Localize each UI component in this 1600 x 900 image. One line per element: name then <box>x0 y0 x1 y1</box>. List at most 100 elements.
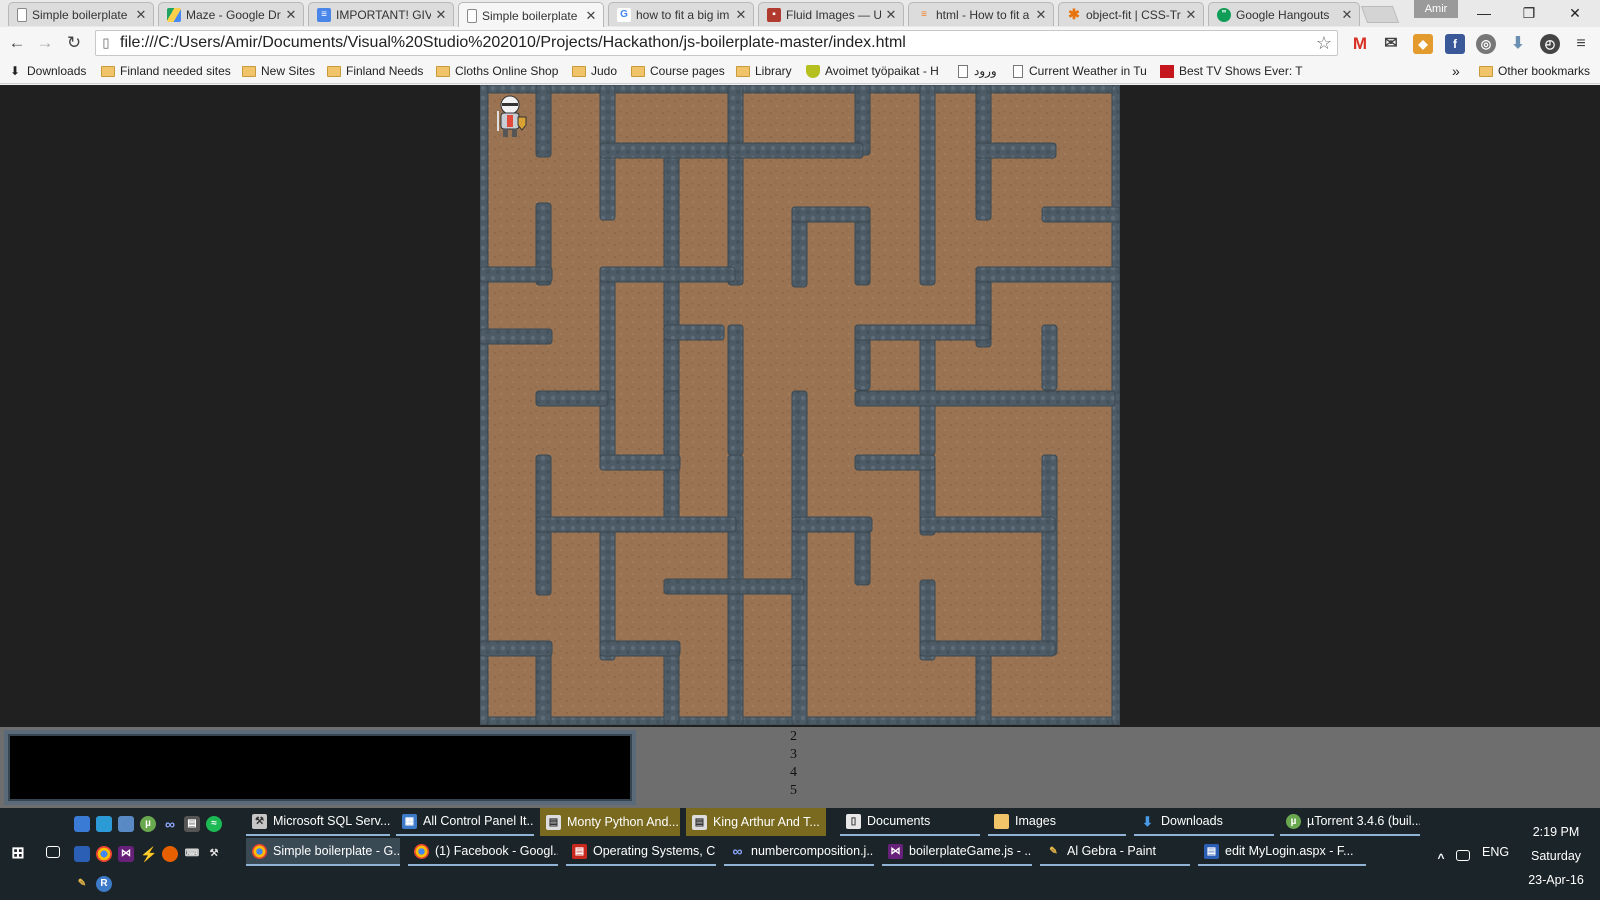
store-icon[interactable] <box>74 846 90 862</box>
bookmark-finland-needs[interactable]: Finland Needs <box>327 63 423 79</box>
menu-icon[interactable]: ≡ <box>1571 34 1591 54</box>
new-tab-button[interactable] <box>1360 6 1400 23</box>
other-bookmarks[interactable]: Other bookmarks <box>1479 63 1590 79</box>
close-icon[interactable]: ✕ <box>1035 7 1047 23</box>
restore-button[interactable]: ❐ <box>1511 2 1547 24</box>
bookmark-new-sites[interactable]: New Sites <box>242 63 315 79</box>
close-icon[interactable]: ✕ <box>1185 7 1197 23</box>
back-button[interactable]: ← <box>5 31 29 55</box>
tab-important[interactable]: ≡ IMPORTANT! GIVE ✕ <box>308 2 454 26</box>
taskbar-item-images[interactable]: Images <box>988 808 1126 836</box>
bookmark-downloads[interactable]: ⬇ Downloads <box>8 63 86 79</box>
tab-html-how-to-fit[interactable]: ≡ html - How to fit a ✕ <box>908 2 1054 26</box>
taskbar-item-control-panel[interactable]: ▦ All Control Panel It... <box>396 808 534 836</box>
utorrent-quick-icon[interactable]: µ <box>140 816 156 832</box>
download-arrow-icon[interactable]: ⬇ <box>1508 34 1528 54</box>
close-icon[interactable]: ✕ <box>435 7 447 23</box>
close-icon[interactable]: ✕ <box>135 7 147 23</box>
taskbar-item-numbercomposition[interactable]: ∞ numbercomposition.j... <box>724 838 874 866</box>
visualstudio-quick-icon[interactable]: ⋈ <box>118 846 134 862</box>
taskbar-item-simple-boilerplate[interactable]: Simple boilerplate - G... <box>246 838 400 866</box>
address-bar[interactable]: ▯ file:///C:/Users/Amir/Documents/Visual… <box>95 30 1338 56</box>
tab-maze-drive[interactable]: Maze - Google Drive ✕ <box>158 2 304 26</box>
maze-wall <box>975 649 992 725</box>
taskbar-item-sql-server[interactable]: ⚒ Microsoft SQL Serv... <box>246 808 390 836</box>
paint-quick-icon[interactable]: ✎ <box>74 876 90 892</box>
screen-icon[interactable] <box>118 816 134 832</box>
maze-wall <box>663 390 680 457</box>
bookmark-avoimet-tyopaikat[interactable]: Avoimet työpaikat - H <box>806 63 939 79</box>
close-icon[interactable]: ✕ <box>585 8 597 24</box>
tools-icon[interactable]: ⚒ <box>206 846 222 862</box>
bookmark-star-icon[interactable]: ☆ <box>1311 33 1337 54</box>
bookmark-current-weather[interactable]: Current Weather in Tu <box>1013 63 1147 79</box>
infinity-icon[interactable]: ∞ <box>162 816 178 832</box>
spotify-icon[interactable]: ≈ <box>206 816 222 832</box>
desktop-icon[interactable] <box>74 816 90 832</box>
firefox-icon[interactable] <box>162 846 178 862</box>
bookmarks-overflow-button[interactable]: » <box>1452 63 1460 79</box>
r-icon[interactable]: R <box>96 876 112 892</box>
tab-google-hangouts[interactable]: " Google Hangouts ✕ <box>1208 2 1360 26</box>
bookmark-vorud[interactable]: ورود <box>958 63 997 79</box>
lightning-icon[interactable]: ⚡ <box>140 846 157 862</box>
page-icon <box>17 7 27 22</box>
bookmark-cloths-online-shop[interactable]: Cloths Online Shop <box>436 63 558 79</box>
tab-fluid-images[interactable]: ▪ Fluid Images — Un ✕ <box>758 2 904 26</box>
taskbar-item-documents[interactable]: ▯ Documents <box>840 808 980 836</box>
taskbar-item-monty-python[interactable]: ▤ Monty Python And... <box>540 808 680 836</box>
extension-icon[interactable]: ◆ <box>1413 34 1433 54</box>
gmail-icon[interactable]: M <box>1350 34 1370 54</box>
clapper-icon[interactable]: ▤ <box>184 816 200 832</box>
url-text[interactable]: file:///C:/Users/Amir/Documents/Visual%2… <box>116 34 1311 52</box>
bookmark-label: Other bookmarks <box>1498 64 1591 78</box>
globe-icon[interactable]: ◎ <box>1476 34 1496 54</box>
tab-title: Simple boilerplate <box>482 8 578 23</box>
maze-canvas[interactable] <box>480 85 1120 725</box>
reload-button[interactable]: ↻ <box>62 31 86 55</box>
windows-start-icon[interactable]: ⊞ <box>10 846 26 862</box>
profile-button[interactable]: Amir <box>1414 0 1458 18</box>
taskbar-item-facebook[interactable]: (1) Facebook - Googl... <box>408 838 558 866</box>
taskbar-clock[interactable]: 2:19 PM Saturday 23-Apr-16 <box>1516 820 1596 892</box>
taskbar-item-boilerplategame[interactable]: ⋈ boilerplateGame.js - ... <box>882 838 1032 866</box>
folder-icon <box>631 65 645 77</box>
language-indicator[interactable]: ENG <box>1478 838 1518 866</box>
notification-icon[interactable] <box>1456 850 1470 861</box>
taskbar-item-operating-systems[interactable]: ▤ Operating Systems, C... <box>566 838 716 866</box>
bookmark-best-tv-shows[interactable]: Best TV Shows Ever: T <box>1160 63 1303 79</box>
bookmark-finland-needed-sites[interactable]: Finland needed sites <box>101 63 231 79</box>
bookmark-course-pages[interactable]: Course pages <box>631 63 725 79</box>
mail-icon[interactable]: ✉ <box>1381 34 1401 54</box>
shield-icon <box>806 64 820 78</box>
page-info-icon[interactable]: ▯ <box>96 35 116 51</box>
task-view-icon[interactable] <box>46 846 60 858</box>
bookmark-library[interactable]: Library <box>736 63 792 79</box>
taskbar-item-edit-mylogin[interactable]: ▤ edit MyLogin.aspx - F... <box>1198 838 1366 866</box>
messenger-icon[interactable]: ⌨ <box>184 846 200 862</box>
taskbar-item-king-arthur[interactable]: ▤ King Arthur And T... <box>686 808 826 836</box>
tray-expand-icon[interactable]: ^ <box>1433 850 1449 866</box>
history-clock-icon[interactable]: ◴ <box>1540 34 1560 54</box>
monitor-icon[interactable] <box>96 816 112 832</box>
tab-simple-boilerplate-1[interactable]: Simple boilerplate ✕ <box>8 2 154 26</box>
minimize-button[interactable]: — <box>1466 2 1502 24</box>
tab-object-fit[interactable]: ✱ object-fit | CSS-Tri ✕ <box>1058 2 1204 26</box>
bookmark-judo[interactable]: Judo <box>572 63 617 79</box>
facebook-icon[interactable]: f <box>1445 34 1465 54</box>
taskbar-item-paint[interactable]: ✎ Al Gebra - Paint <box>1040 838 1190 866</box>
drive-icon <box>167 7 181 22</box>
taskbar-label: Al Gebra - Paint <box>1067 844 1156 858</box>
tab-how-to-fit[interactable]: G how to fit a big im ✕ <box>608 2 754 26</box>
close-icon[interactable]: ✕ <box>285 7 297 23</box>
close-icon[interactable]: ✕ <box>1341 7 1353 23</box>
close-icon[interactable]: ✕ <box>735 7 747 23</box>
tab-simple-boilerplate-active[interactable]: Simple boilerplate ✕ <box>458 2 604 28</box>
close-icon[interactable]: ✕ <box>885 7 897 23</box>
taskbar-item-utorrent[interactable]: µ µTorrent 3.4.6 (buil... <box>1280 808 1420 836</box>
maze-wall <box>919 640 1056 657</box>
taskbar-item-downloads[interactable]: ⬇ Downloads <box>1134 808 1274 836</box>
close-window-button[interactable]: ✕ <box>1557 2 1593 24</box>
forward-button[interactable]: → <box>33 31 57 55</box>
chrome-quick-icon[interactable] <box>96 846 112 862</box>
